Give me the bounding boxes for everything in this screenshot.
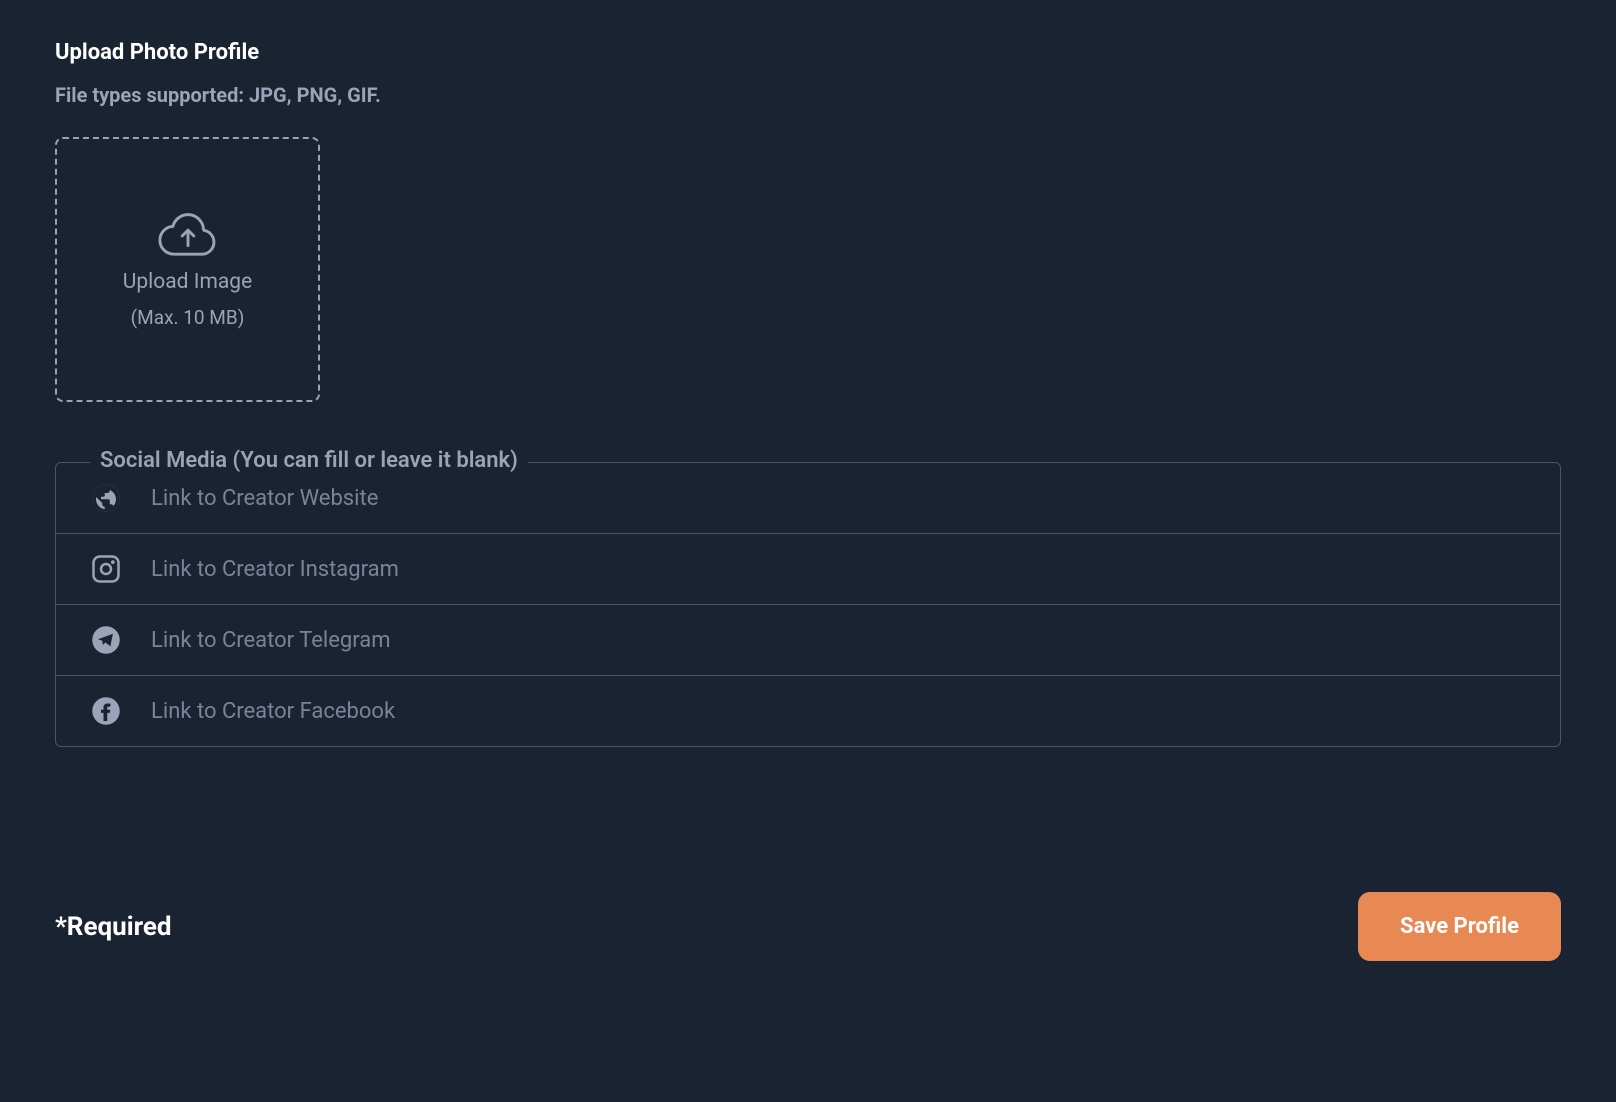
instagram-input-row xyxy=(56,534,1560,605)
telegram-icon xyxy=(91,625,121,655)
upload-label: Upload Image xyxy=(123,270,252,294)
social-media-fieldset xyxy=(55,462,1561,747)
instagram-icon xyxy=(91,554,121,584)
upload-image-box[interactable]: Upload Image (Max. 10 MB) xyxy=(55,137,320,402)
website-input[interactable] xyxy=(151,486,1525,511)
upload-max-size: (Max. 10 MB) xyxy=(131,306,245,329)
telegram-input[interactable] xyxy=(151,628,1525,653)
save-profile-button[interactable]: Save Profile xyxy=(1358,892,1561,961)
telegram-input-row xyxy=(56,605,1560,676)
cloud-upload-icon xyxy=(157,210,219,258)
facebook-input-row xyxy=(56,676,1560,746)
upload-title: Upload Photo Profile xyxy=(55,40,1561,65)
facebook-input[interactable] xyxy=(151,699,1525,724)
globe-icon xyxy=(91,483,121,513)
required-label: *Required xyxy=(55,912,172,942)
instagram-input[interactable] xyxy=(151,557,1525,582)
file-types-label: File types supported: JPG, PNG, GIF. xyxy=(55,83,1561,107)
social-media-legend: Social Media (You can fill or leave it b… xyxy=(90,448,528,473)
facebook-icon xyxy=(91,696,121,726)
website-input-row xyxy=(56,463,1560,534)
